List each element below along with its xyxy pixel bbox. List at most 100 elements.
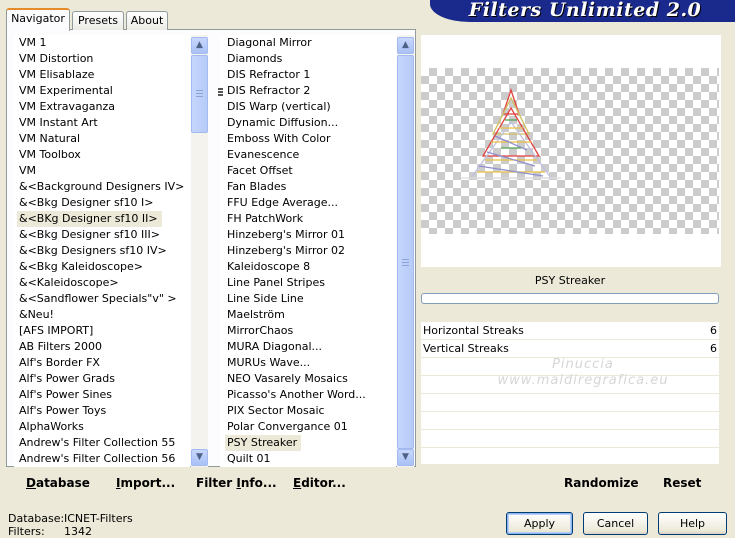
list-item-label: Andrew's Filter Collection 56	[19, 452, 176, 465]
list-item[interactable]: Polar Convergance 01	[225, 419, 396, 435]
list-item[interactable]: Evanescence	[225, 147, 396, 163]
list-item[interactable]: Alf's Border FX	[17, 355, 190, 371]
editor-button[interactable]: Editor...	[293, 476, 346, 490]
list-item-label: AB Filters 2000	[19, 340, 103, 353]
category-scrollbar[interactable]: ▲ ▼	[191, 35, 208, 467]
list-item[interactable]: FFU Edge Average...	[225, 195, 396, 211]
list-item[interactable]: VM	[17, 163, 190, 179]
filter-list[interactable]: Diagonal Mirror Diamonds DIS Refractor 1 DI…	[220, 35, 396, 467]
list-item[interactable]: &<Bkg Designers sf10 IV>	[17, 243, 190, 259]
scroll-up-icon[interactable]: ▲	[191, 37, 208, 54]
database-button[interactable]: Database	[26, 476, 90, 490]
randomize-button[interactable]: Randomize	[564, 476, 638, 490]
filter-scrollbar[interactable]: ▲ ▼	[397, 35, 414, 467]
list-item-label: VM Distortion	[19, 52, 94, 65]
reset-button[interactable]: Reset	[663, 476, 701, 490]
param-value[interactable]: 6	[710, 340, 717, 358]
list-item[interactable]: PIX Sector Mosaic	[225, 403, 396, 419]
list-item-label: AlphaWorks	[19, 420, 84, 433]
list-item[interactable]: VM Experimental	[17, 83, 190, 99]
list-item[interactable]: Picasso's Another Word...	[225, 387, 396, 403]
list-item[interactable]: &Neu!	[17, 307, 190, 323]
list-item[interactable]: Andrew's Filter Collection 56	[17, 451, 190, 467]
cancel-button[interactable]: Cancel	[583, 512, 648, 535]
param-row-empty	[421, 412, 719, 430]
list-item[interactable]: DIS Refractor 1	[225, 67, 396, 83]
list-item[interactable]: MURA Diagonal...	[225, 339, 396, 355]
list-item[interactable]: Hinzeberg's Mirror 02	[225, 243, 396, 259]
status-area: Database:ICNET-Filters Filters: 1342	[8, 512, 133, 538]
list-item[interactable]: Alf's Power Sines	[17, 387, 190, 403]
scroll-thumb[interactable]	[191, 55, 208, 133]
tab-navigator[interactable]: Navigator	[6, 8, 70, 31]
list-item[interactable]: Quilt 01	[225, 451, 396, 467]
list-item-label: VM Experimental	[19, 84, 113, 97]
list-item[interactable]: FH PatchWork	[225, 211, 396, 227]
list-item[interactable]: VM Extravaganza	[17, 99, 190, 115]
list-item[interactable]: MURUs Wave...	[225, 355, 396, 371]
list-item[interactable]: &<Bkg Kaleidoscope>	[17, 259, 190, 275]
list-item-label: Hinzeberg's Mirror 02	[227, 244, 346, 257]
list-item[interactable]: Alf's Power Grads	[17, 371, 190, 387]
parameter-list[interactable]: Horizontal Streaks 6 Vertical Streaks 6	[421, 322, 719, 466]
param-row[interactable]: Horizontal Streaks 6	[421, 322, 719, 340]
list-item-label: Diamonds	[227, 52, 283, 65]
scroll-down-icon[interactable]: ▼	[397, 449, 414, 466]
list-item[interactable]: DIS Warp (vertical)	[225, 99, 396, 115]
list-item[interactable]: Diagonal Mirror	[225, 35, 396, 51]
param-value[interactable]: 6	[710, 322, 717, 340]
database-label: Database:	[8, 512, 65, 525]
list-item-label: &<BKg Designer sf10 II>	[17, 211, 162, 227]
list-item[interactable]: Maelström	[225, 307, 396, 323]
list-item-label: &<Bkg Designer sf10 III>	[19, 228, 161, 241]
list-item[interactable]: &<Kaleidoscope>	[17, 275, 190, 291]
scroll-down-icon[interactable]: ▼	[191, 449, 208, 466]
list-item[interactable]: VM Toolbox	[17, 147, 190, 163]
list-item-label: Kaleidoscope 8	[227, 260, 311, 273]
list-item[interactable]: Emboss With Color	[225, 131, 396, 147]
list-item[interactable]: MirrorChaos	[225, 323, 396, 339]
tab-presets[interactable]: Presets	[72, 11, 124, 30]
list-item[interactable]: VM Natural	[17, 131, 190, 147]
list-item[interactable]: &<Sandflower Specials"v" >	[17, 291, 190, 307]
list-item-label: Fan Blades	[227, 180, 287, 193]
list-item[interactable]: VM Distortion	[17, 51, 190, 67]
scroll-thumb[interactable]	[397, 55, 414, 449]
list-item[interactable]: Facet Offset	[225, 163, 396, 179]
list-item[interactable]: AlphaWorks	[17, 419, 190, 435]
list-item[interactable]: Diamonds	[225, 51, 396, 67]
list-item[interactable]: &<BKg Designer sf10 II>	[17, 211, 190, 227]
list-item[interactable]: DIS Refractor 2	[225, 83, 396, 99]
list-item[interactable]: VM Elisablaze	[17, 67, 190, 83]
import-button[interactable]: Import...	[116, 476, 175, 490]
tree-preview-icon	[461, 87, 561, 179]
list-item[interactable]: Kaleidoscope 8	[225, 259, 396, 275]
list-item[interactable]: Hinzeberg's Mirror 01	[225, 227, 396, 243]
list-item[interactable]: &<Background Designers IV>	[17, 179, 190, 195]
list-item[interactable]: Andrew's Filter Collection 55	[17, 435, 190, 451]
list-item[interactable]: VM 1	[17, 35, 190, 51]
list-item[interactable]: Alf's Power Toys	[17, 403, 190, 419]
list-item[interactable]: NEO Vasarely Mosaics	[225, 371, 396, 387]
param-row[interactable]: Vertical Streaks 6	[421, 340, 719, 358]
list-item[interactable]: AB Filters 2000	[17, 339, 190, 355]
filters-label: Filters:	[8, 525, 45, 538]
tab-about[interactable]: About	[126, 11, 168, 30]
filter-info-button[interactable]: Filter Info...	[196, 476, 277, 490]
list-item[interactable]: Dynamic Diffusion...	[225, 115, 396, 131]
list-item[interactable]: Fan Blades	[225, 179, 396, 195]
list-item[interactable]: &<Bkg Designer sf10 III>	[17, 227, 190, 243]
list-item[interactable]: VM Instant Art	[17, 115, 190, 131]
list-item[interactable]: Line Side Line	[225, 291, 396, 307]
splitter-grip-icon[interactable]	[218, 88, 223, 97]
list-item[interactable]: Line Panel Stripes	[225, 275, 396, 291]
apply-button[interactable]: Apply	[506, 512, 573, 535]
list-item[interactable]: PSY Streaker	[225, 435, 396, 451]
help-button[interactable]: Help	[658, 512, 727, 535]
category-list[interactable]: VM 1 VM Distortion VM Elisablaze VM Experim…	[14, 35, 190, 467]
scroll-up-icon[interactable]: ▲	[397, 37, 414, 54]
list-item-label: Evanescence	[227, 148, 300, 161]
list-item[interactable]: [AFS IMPORT]	[17, 323, 190, 339]
list-item-label: Diagonal Mirror	[227, 36, 312, 49]
list-item[interactable]: &<Bkg Designer sf10 I>	[17, 195, 190, 211]
